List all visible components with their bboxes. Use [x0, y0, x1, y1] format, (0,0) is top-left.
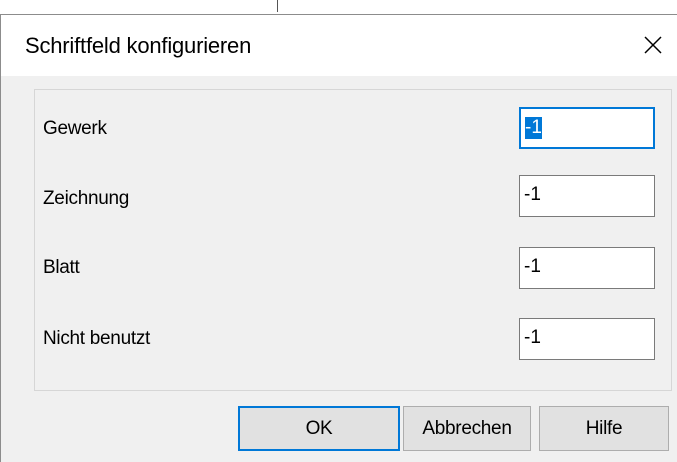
close-button[interactable] — [631, 27, 675, 63]
title-bar[interactable]: Schriftfeld konfigurieren — [0, 14, 677, 76]
blatt-label: Blatt — [43, 257, 80, 278]
blatt-input[interactable]: -1 — [519, 247, 655, 289]
dialog-body: Gewerk -1 Zeichnung -1 Blatt -1 Nicht be… — [0, 76, 677, 462]
nicht-benutzt-input[interactable]: -1 — [519, 318, 655, 360]
cancel-button[interactable]: Abbrechen — [403, 406, 531, 451]
dialog-title: Schriftfeld konfigurieren — [25, 33, 252, 58]
nicht-benutzt-label: Nicht benutzt — [43, 328, 150, 349]
dialog-window: Schriftfeld konfigurieren Gewerk -1 Zeic… — [0, 0, 677, 462]
gewerk-input-value: -1 — [525, 117, 542, 139]
background-tick — [277, 0, 278, 12]
fields-group: Gewerk -1 Zeichnung -1 Blatt -1 Nicht be… — [34, 89, 672, 391]
zeichnung-label: Zeichnung — [43, 188, 130, 209]
blatt-input-value: -1 — [524, 256, 541, 277]
close-icon — [644, 36, 662, 54]
zeichnung-input[interactable]: -1 — [519, 175, 655, 217]
nicht-benutzt-input-value: -1 — [524, 327, 541, 348]
gewerk-label: Gewerk — [43, 118, 107, 139]
zeichnung-input-value: -1 — [524, 184, 541, 205]
ok-button[interactable]: OK — [238, 406, 400, 451]
help-button[interactable]: Hilfe — [539, 406, 669, 451]
gewerk-input[interactable]: -1 — [519, 107, 655, 149]
